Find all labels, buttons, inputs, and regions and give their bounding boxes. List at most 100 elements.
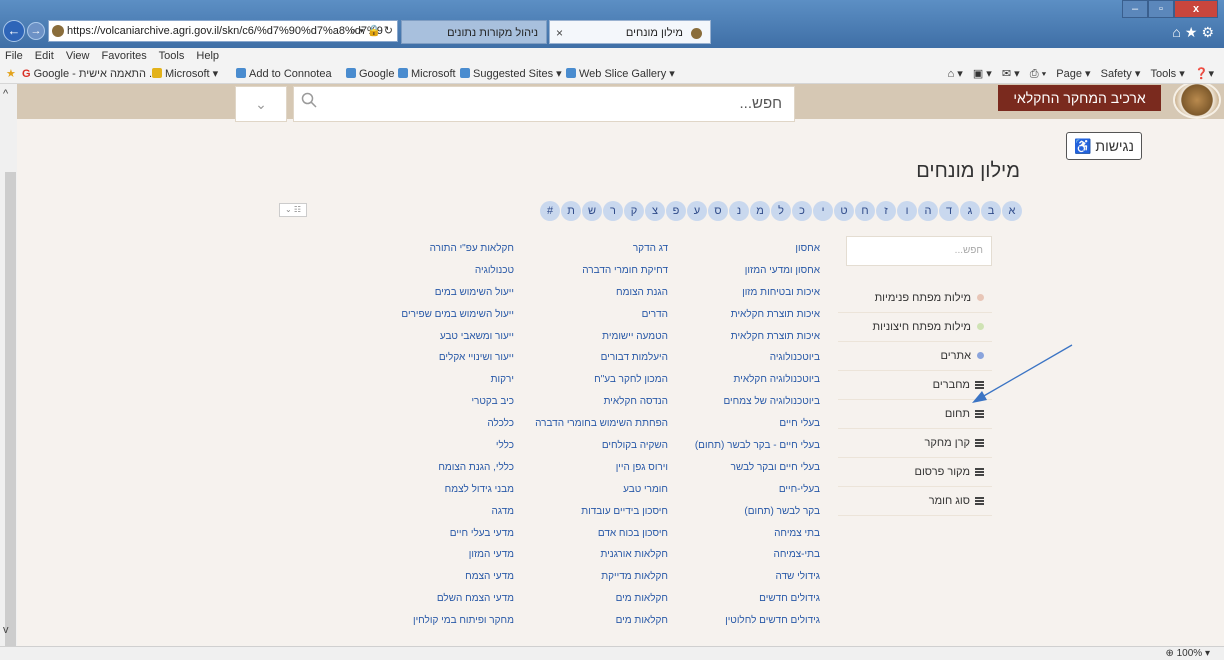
ministry-emblem-logo[interactable] bbox=[1173, 84, 1221, 119]
term-link[interactable]: חומרי טבע bbox=[520, 479, 668, 501]
term-link[interactable]: אחסון ומדעי המזון bbox=[660, 260, 820, 282]
sidebar-filter-input[interactable]: חפש... bbox=[846, 236, 992, 266]
minimize-button[interactable]: – bbox=[1122, 0, 1148, 18]
term-link[interactable]: ביוטכנולוגיה חקלאית bbox=[660, 369, 820, 391]
term-link[interactable]: מדעי הצמח bbox=[360, 566, 514, 588]
fav-connotea[interactable]: Add to Connotea bbox=[236, 64, 332, 84]
letter-het[interactable]: ח bbox=[855, 201, 875, 221]
fav-google-custom[interactable]: G Google - התאמה אישית ... bbox=[22, 64, 158, 84]
fav-web-slice-gallery[interactable]: Web Slice Gallery ▾ bbox=[566, 64, 675, 84]
term-link[interactable]: הפחתת השימוש בחומרי הדברה bbox=[520, 413, 668, 435]
print-icon[interactable]: ⎙ ▾ bbox=[1030, 68, 1046, 80]
term-link[interactable]: ייעול השימוש במים שפירים bbox=[360, 304, 514, 326]
tab-glossary[interactable]: מילון מונחים × bbox=[549, 20, 711, 44]
term-link[interactable]: בעלי-חיים bbox=[660, 479, 820, 501]
letter-zayin[interactable]: ז bbox=[876, 201, 896, 221]
menu-tools[interactable]: Tools bbox=[159, 50, 185, 62]
menu-view[interactable]: View bbox=[66, 50, 90, 62]
scroll-down-arrow-icon[interactable]: v bbox=[3, 624, 9, 636]
term-link[interactable]: איכות תוצרת חקלאית bbox=[660, 326, 820, 348]
term-link[interactable]: מדעי הצמח השלם bbox=[360, 588, 514, 610]
page-menu[interactable]: Page ▾ bbox=[1056, 68, 1090, 80]
term-link[interactable]: בקר לבשר (תחום) bbox=[660, 501, 820, 523]
term-link[interactable]: הנדסה חקלאית bbox=[520, 391, 668, 413]
letter-ayin[interactable]: ע bbox=[687, 201, 707, 221]
term-link[interactable]: טכנולוגיה bbox=[360, 260, 514, 282]
favorites-star-icon[interactable]: ★ bbox=[6, 64, 16, 84]
fav-suggested-sites[interactable]: Suggested Sites ▾ bbox=[460, 64, 562, 84]
term-link[interactable]: אחסון bbox=[660, 238, 820, 260]
letter-alef[interactable]: א bbox=[1002, 201, 1022, 221]
safety-menu[interactable]: Safety ▾ bbox=[1101, 68, 1141, 80]
scroll-up-arrow-icon[interactable]: ^ bbox=[3, 88, 8, 100]
term-link[interactable]: ביוטכנולוגיה bbox=[660, 347, 820, 369]
letter-qof[interactable]: ק bbox=[624, 201, 644, 221]
view-toggle-dropdown[interactable]: ⌄ ☷ bbox=[279, 203, 307, 217]
fav-microsoft-folder[interactable]: Microsoft ▾ bbox=[152, 64, 218, 84]
term-link[interactable]: גידולי שדה bbox=[660, 566, 820, 588]
term-link[interactable]: בעלי חיים bbox=[660, 413, 820, 435]
term-link[interactable]: ביוטכנולוגיה של צמחים bbox=[660, 391, 820, 413]
help-icon[interactable]: ❓▾ bbox=[1195, 68, 1214, 80]
feeds-icon[interactable]: ▣ ▾ bbox=[973, 68, 992, 80]
term-link[interactable]: ירקות bbox=[360, 369, 514, 391]
favorites-star-icon[interactable]: ★ bbox=[1185, 24, 1202, 40]
sidebar-item-external-keywords[interactable]: מילות מפתח חיצוניות bbox=[838, 313, 992, 342]
term-link[interactable]: ייעור ושינויי אקלים bbox=[360, 347, 514, 369]
term-link[interactable]: בתי-צמיחה bbox=[660, 544, 820, 566]
term-link[interactable]: הדרים bbox=[520, 304, 668, 326]
sidebar-item-research-fund[interactable]: קרן מחקר bbox=[838, 429, 992, 458]
term-link[interactable]: ייעור ומשאבי טבע bbox=[360, 326, 514, 348]
letter-he[interactable]: ה bbox=[918, 201, 938, 221]
letter-tav[interactable]: ת bbox=[561, 201, 581, 221]
term-link[interactable]: בעלי חיים ובקר לבשר bbox=[660, 457, 820, 479]
menu-help[interactable]: Help bbox=[196, 50, 219, 62]
site-search-input[interactable]: חפש... bbox=[293, 86, 795, 122]
forward-button[interactable]: → bbox=[27, 22, 45, 40]
term-link[interactable]: גידולים חדשים bbox=[660, 588, 820, 610]
letter-bet[interactable]: ב bbox=[981, 201, 1001, 221]
term-link[interactable]: בתי צמיחה bbox=[660, 523, 820, 545]
letter-gimel[interactable]: ג bbox=[960, 201, 980, 221]
term-link[interactable]: היעלמות דבורים bbox=[520, 347, 668, 369]
address-bar[interactable]: https://volcaniarchive.agri.gov.il/skn/c… bbox=[48, 20, 398, 42]
fav-google[interactable]: Google bbox=[346, 64, 394, 84]
letter-nun[interactable]: נ bbox=[729, 201, 749, 221]
term-link[interactable]: חיסכון בכוח אדם bbox=[520, 523, 668, 545]
letter-hash[interactable]: # bbox=[540, 201, 560, 221]
term-link[interactable]: חקלאות מדייקת bbox=[520, 566, 668, 588]
accessibility-button[interactable]: נגישות ♿ bbox=[1066, 132, 1142, 160]
term-link[interactable]: מבני גידול לצמח bbox=[360, 479, 514, 501]
term-link[interactable]: מדגה bbox=[360, 501, 514, 523]
letter-vav[interactable]: ו bbox=[897, 201, 917, 221]
menu-edit[interactable]: Edit bbox=[35, 50, 54, 62]
term-link[interactable]: המכון לחקר בע"ח bbox=[520, 369, 668, 391]
home-menu-icon[interactable]: ⌂ ▾ bbox=[948, 68, 963, 80]
zoom-level[interactable]: ⊕ 100% ▾ bbox=[1165, 648, 1210, 659]
letter-pe[interactable]: פ bbox=[666, 201, 686, 221]
term-link[interactable]: כללי, הגנת הצומח bbox=[360, 457, 514, 479]
term-link[interactable]: מדעי המזון bbox=[360, 544, 514, 566]
tab-data-sources[interactable]: ניהול מקורות נתונים bbox=[401, 20, 547, 44]
term-link[interactable]: בעלי חיים - בקר לבשר (תחום) bbox=[660, 435, 820, 457]
sidebar-item-publication-source[interactable]: מקור פרסום bbox=[838, 458, 992, 487]
address-bar-icons[interactable]: ⌕ ▾ 🔒 ↻ bbox=[350, 21, 393, 41]
term-link[interactable]: גידולים חדשים לחלוטין bbox=[660, 610, 820, 632]
term-link[interactable]: כיב בקטרי bbox=[360, 391, 514, 413]
browser-toolbar-icons[interactable]: ⌂★⚙ bbox=[1172, 24, 1218, 41]
term-link[interactable]: חקלאות מים bbox=[520, 610, 668, 632]
term-link[interactable]: כללי bbox=[360, 435, 514, 457]
term-link[interactable]: כלכלה bbox=[360, 413, 514, 435]
mail-icon[interactable]: ✉ ▾ bbox=[1002, 68, 1020, 80]
home-icon[interactable]: ⌂ bbox=[1172, 24, 1184, 40]
term-link[interactable]: חיסכון בידיים עובדות bbox=[520, 501, 668, 523]
term-link[interactable]: מחקר ופיתוח במי קולחין bbox=[360, 610, 514, 632]
term-link[interactable]: השקיה בקולחים bbox=[520, 435, 668, 457]
letter-dalet[interactable]: ד bbox=[939, 201, 959, 221]
sidebar-item-internal-keywords[interactable]: מילות מפתח פנימיות bbox=[838, 284, 992, 313]
letter-tet[interactable]: ט bbox=[834, 201, 854, 221]
term-link[interactable]: חקלאות עפ"י התורה bbox=[360, 238, 514, 260]
letter-kaf[interactable]: כ bbox=[792, 201, 812, 221]
term-link[interactable]: הגנת הצומח bbox=[520, 282, 668, 304]
archive-home-link[interactable]: ארכיב המחקר החקלאי bbox=[998, 85, 1161, 111]
